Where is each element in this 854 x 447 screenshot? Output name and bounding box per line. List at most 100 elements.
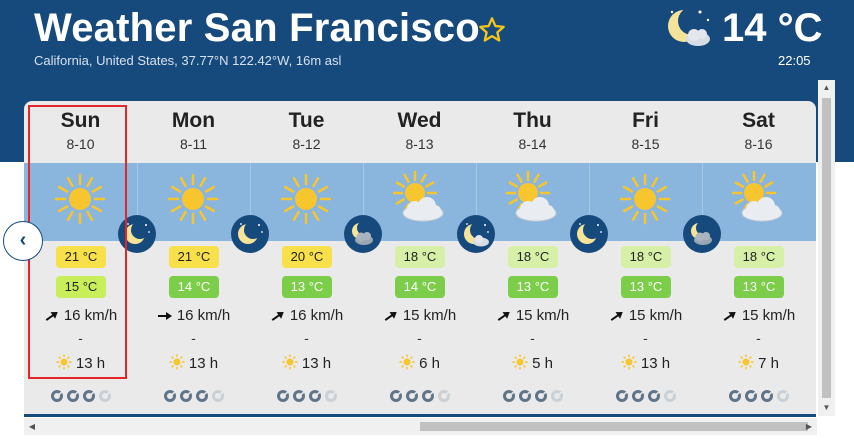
day-date: 8-16 <box>744 136 773 152</box>
uv-gauge-icon <box>98 389 111 402</box>
uv-gauge-icon <box>179 389 192 402</box>
min-temperature: 14 °C <box>395 276 445 298</box>
day-column[interactable]: Fri 8-15 18 °C 13 °C 15 km/h - 13 h <box>589 101 702 417</box>
small-sun-icon <box>738 354 754 370</box>
wind-direction-arrow-icon <box>271 312 284 321</box>
day-name: Wed <box>397 109 442 132</box>
day-column[interactable]: Sat 8-16 18 °C 13 °C 15 km/h - 7 h <box>702 101 815 417</box>
uv-index <box>137 387 250 405</box>
sunshine-hours-value: 5 h <box>532 355 553 372</box>
scroll-right-arrow-icon[interactable]: ▶ <box>801 418 817 435</box>
uv-gauge-icon <box>744 389 757 402</box>
day-date: 8-13 <box>405 136 434 152</box>
current-temperature: 14 °C <box>722 6 823 50</box>
horizontal-scroll-thumb[interactable] <box>420 422 808 431</box>
day-name: Tue <box>288 109 325 132</box>
scroll-up-arrow-icon[interactable]: ▲ <box>818 80 835 96</box>
uv-index <box>702 387 815 405</box>
wind-speed: 15 km/h <box>476 307 589 324</box>
small-sun-icon <box>512 354 528 370</box>
scroll-down-arrow-icon[interactable]: ▼ <box>818 400 835 416</box>
uv-gauge-icon <box>195 389 208 402</box>
wind-speed-value: 16 km/h <box>176 307 231 324</box>
current-time: 22:05 <box>778 53 811 68</box>
uv-gauge-icon <box>211 389 224 402</box>
star-outline-icon[interactable] <box>478 16 506 44</box>
uv-gauge-icon <box>776 389 789 402</box>
uv-index <box>24 387 137 405</box>
sunshine-hours-value: 13 h <box>640 355 671 372</box>
wind-speed-value: 15 km/h <box>515 307 570 324</box>
uv-gauge-icon <box>760 389 773 402</box>
uv-gauge-icon <box>421 389 434 402</box>
max-temperature: 18 °C <box>734 246 784 268</box>
precipitation: - <box>643 330 648 346</box>
max-temperature: 18 °C <box>508 246 558 268</box>
max-temperature: 18 °C <box>395 246 445 268</box>
uv-gauge-icon <box>663 389 676 402</box>
sunshine-hours-value: 7 h <box>758 355 779 372</box>
sunshine-hours: 13 h <box>589 354 702 372</box>
uv-gauge-icon <box>324 389 337 402</box>
sunshine-hours: 13 h <box>250 354 363 372</box>
day-column[interactable]: Wed 8-13 18 °C 14 °C 15 km/h - 6 h <box>363 101 476 417</box>
uv-index <box>250 387 363 405</box>
precipitation: - <box>756 330 761 346</box>
uv-gauge-icon <box>647 389 660 402</box>
day-name: Fri <box>632 109 659 132</box>
sun-icon <box>276 169 336 229</box>
min-temperature: 13 °C <box>621 276 671 298</box>
wind-speed: 15 km/h <box>589 307 702 324</box>
page-title: Weather San Francisco <box>34 6 480 50</box>
uv-gauge-icon <box>82 389 95 402</box>
wind-speed-value: 16 km/h <box>289 307 344 324</box>
scroll-left-arrow-icon[interactable]: ◀ <box>24 418 40 435</box>
uv-gauge-icon <box>518 389 531 402</box>
wind-speed: 15 km/h <box>702 307 815 324</box>
max-temperature: 20 °C <box>282 246 332 268</box>
uv-gauge-icon <box>534 389 547 402</box>
sunshine-hours: 6 h <box>363 354 476 372</box>
sunshine-hours: 5 h <box>476 354 589 372</box>
moon-stars-icon <box>569 214 609 254</box>
wind-speed: 16 km/h <box>137 307 250 324</box>
moon-stars-cloud-icon <box>456 214 496 254</box>
uv-gauge-icon <box>728 389 741 402</box>
uv-index <box>363 387 476 405</box>
wind-direction-arrow-icon <box>723 312 736 321</box>
max-temperature: 18 °C <box>621 246 671 268</box>
previous-week-button[interactable]: ‹ <box>3 221 43 261</box>
day-column[interactable]: Thu 8-14 18 °C 13 °C 15 km/h - 5 h <box>476 101 589 417</box>
day-date: 8-14 <box>518 136 547 152</box>
sunshine-hours-value: 13 h <box>188 355 219 372</box>
uv-gauge-icon <box>276 389 289 402</box>
sunshine-hours-value: 6 h <box>419 355 440 372</box>
precipitation: - <box>530 330 535 346</box>
day-name: Mon <box>171 109 216 132</box>
precipitation: - <box>417 330 422 346</box>
uv-gauge-icon <box>292 389 305 402</box>
uv-gauge-icon <box>615 389 628 402</box>
sun-icon <box>615 169 675 229</box>
vertical-scroll-thumb[interactable] <box>822 98 831 398</box>
day-date: 8-11 <box>180 136 207 152</box>
sun-cloud-icon <box>502 169 562 229</box>
panel-bottom-border <box>24 414 816 417</box>
vertical-scrollbar[interactable]: ▲ ▼ <box>818 80 835 416</box>
precipitation: - <box>191 330 196 346</box>
wind-direction-arrow-icon <box>157 312 172 321</box>
uv-index <box>589 387 702 405</box>
uv-gauge-icon <box>405 389 418 402</box>
day-date: 8-15 <box>631 136 660 152</box>
day-date: 8-12 <box>292 136 321 152</box>
uv-gauge-icon <box>631 389 644 402</box>
location-subtitle: California, United States, 37.77°N 122.4… <box>34 53 342 68</box>
min-temperature: 13 °C <box>734 276 784 298</box>
moon-cloud-icon <box>343 214 383 254</box>
day-column[interactable]: Mon 8-11 21 °C 14 °C 16 km/h - 13 h <box>137 101 250 417</box>
horizontal-scrollbar[interactable]: ◀ ▶ <box>24 418 817 435</box>
day-name: Sat <box>742 109 775 132</box>
day-column[interactable]: Tue 8-12 20 °C 13 °C 16 km/h - 13 h <box>250 101 363 417</box>
wind-direction-arrow-icon <box>497 312 510 321</box>
uv-gauge-icon <box>502 389 515 402</box>
